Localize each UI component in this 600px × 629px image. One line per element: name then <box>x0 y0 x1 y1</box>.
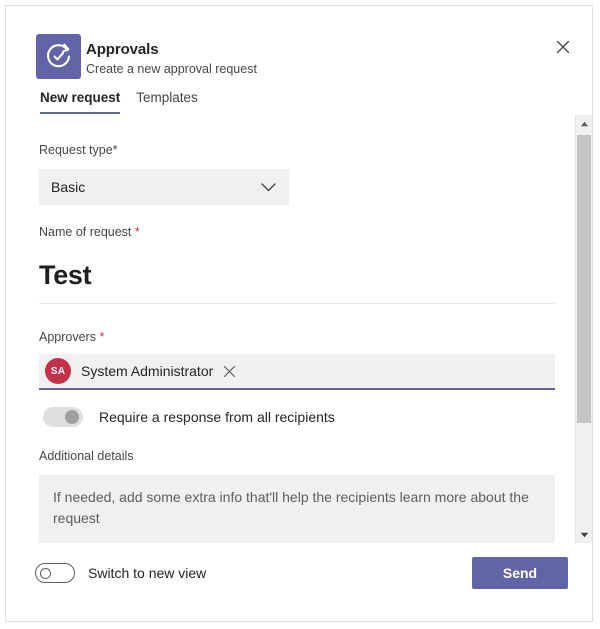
tab-new-request-label: New request <box>40 90 121 105</box>
name-of-request-input[interactable]: Test <box>39 251 555 304</box>
tab-bar: New request Templates <box>40 90 198 114</box>
dialog-header: Approvals Create a new approval request … <box>6 6 592 114</box>
name-of-request-value: Test <box>39 260 92 290</box>
require-response-toggle[interactable] <box>43 407 83 427</box>
approvers-input[interactable]: SA System Administrator <box>39 354 555 390</box>
approvers-label: Approvers * <box>39 330 104 344</box>
require-response-label: Require a response from all recipients <box>99 409 335 425</box>
require-response-row: Require a response from all recipients <box>43 407 335 427</box>
scroll-up-arrow-icon[interactable] <box>576 115 592 132</box>
tab-templates[interactable]: Templates <box>136 90 198 114</box>
switch-to-new-view-label: Switch to new view <box>88 565 207 581</box>
switch-view-row: Switch to new view <box>35 563 206 583</box>
required-marker: * <box>134 225 140 239</box>
app-title: Approvals <box>86 41 159 58</box>
toggle-knob <box>40 567 51 579</box>
tab-new-request[interactable]: New request <box>40 90 121 114</box>
chevron-down-icon <box>261 182 276 192</box>
approvals-app-icon <box>36 34 81 79</box>
approvals-dialog: Approvals Create a new approval request … <box>5 5 593 622</box>
additional-details-input[interactable]: If needed, add some extra info that'll h… <box>39 475 555 543</box>
name-of-request-label: Name of request * <box>39 225 140 239</box>
send-button[interactable]: Send <box>472 557 568 589</box>
app-subtitle: Create a new approval request <box>86 62 257 76</box>
additional-details-placeholder: If needed, add some extra info that'll h… <box>53 489 529 526</box>
required-marker: * <box>99 330 105 344</box>
toggle-knob <box>65 410 79 424</box>
tab-templates-label: Templates <box>136 90 198 105</box>
person-chip-label: System Administrator <box>81 363 214 379</box>
request-type-label: Request type* <box>39 143 118 157</box>
close-icon[interactable] <box>548 32 578 62</box>
request-type-value: Basic <box>51 179 86 195</box>
switch-to-new-view-toggle[interactable] <box>35 563 75 583</box>
close-icon[interactable] <box>223 365 236 378</box>
approvers-label-text: Approvers <box>39 330 100 344</box>
person-chip[interactable]: SA System Administrator <box>39 354 236 388</box>
scrollbar-thumb[interactable] <box>577 135 591 423</box>
vertical-scrollbar[interactable] <box>575 115 592 543</box>
form-scroll-area: Request type* Basic Name of request * Te… <box>6 115 592 543</box>
additional-details-label: Additional details <box>39 449 134 463</box>
dialog-footer: Switch to new view Send <box>6 542 592 621</box>
scroll-down-arrow-icon[interactable] <box>576 526 592 543</box>
avatar: SA <box>45 358 71 384</box>
request-type-select[interactable]: Basic <box>39 169 289 205</box>
name-of-request-label-text: Name of request <box>39 225 135 239</box>
